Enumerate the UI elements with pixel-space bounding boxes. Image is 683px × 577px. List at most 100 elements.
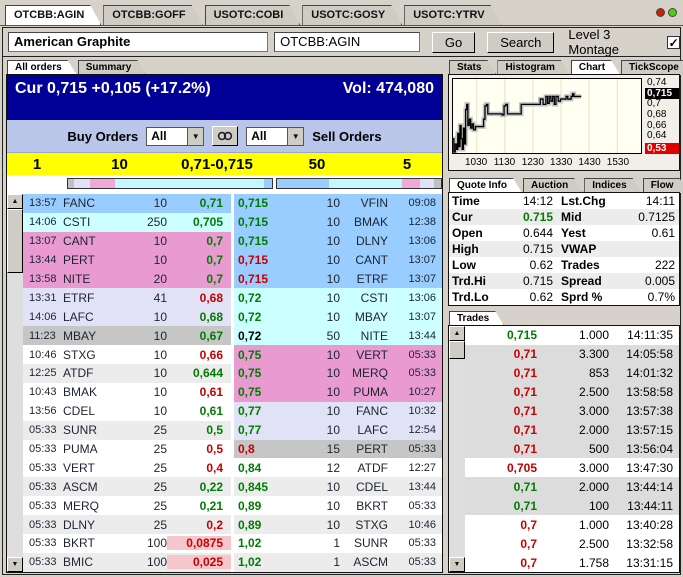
scroll-down-icon[interactable]: ▼ xyxy=(7,557,23,572)
trade-row[interactable]: 0,715 1.000 14:11:35 xyxy=(465,326,679,345)
workspace-tab-otcbb-goff[interactable]: OTCBB:GOFF xyxy=(103,5,202,25)
quote-cell: High xyxy=(452,242,479,256)
trade-row[interactable]: 0,71 2.000 13:57:15 xyxy=(465,420,679,440)
trade-row[interactable]: 0,7 2.500 13:32:58 xyxy=(465,534,679,554)
montage-scrollbar[interactable]: ▲ ▼ xyxy=(7,194,23,572)
montage-row[interactable]: 05:33 DLNY 25 0,2 0,89 10 STXG 10:46 xyxy=(23,515,442,535)
cell: VFIN xyxy=(360,196,388,211)
montage-row[interactable]: 05:33 SUNR 25 0,5 0,77 10 LAFC 12:54 xyxy=(23,420,442,440)
montage-row[interactable]: 13:31 ETRF 41 0,68 0,72 10 CSTI 13:06 xyxy=(23,288,442,308)
inside-quote-bar: 1 10 0,71-0,715 50 5 xyxy=(7,153,442,175)
analysis-tab-stats[interactable]: Stats xyxy=(449,60,496,75)
trade-row[interactable]: 0,71 500 13:56:04 xyxy=(465,439,679,459)
montage-row[interactable]: 05:33 VERT 25 0,4 0,84 12 ATDF 12:27 xyxy=(23,458,442,478)
trade-row[interactable]: 0,71 2.000 13:44:14 xyxy=(465,477,679,497)
montage-row[interactable]: 05:33 MERQ 25 0,21 0,89 10 BKRT 05:33 xyxy=(23,496,442,516)
cell: BKRT xyxy=(356,498,388,513)
analysis-tab-tickscope[interactable]: TickScope xyxy=(621,60,683,75)
quote-tab-auction[interactable]: Auction xyxy=(523,178,583,193)
trades-tab-trades[interactable]: Trades xyxy=(449,311,504,326)
trades-scrollbar[interactable]: ▲ ▼ xyxy=(449,326,465,572)
cell: 10 xyxy=(153,404,167,419)
quote-row: Time 14:12 Lst.Chg 14:11 xyxy=(449,193,679,209)
cell: MERQ xyxy=(352,366,388,381)
quote-tab-flow[interactable]: Flow xyxy=(643,178,683,193)
analysis-tab-histogram[interactable]: Histogram xyxy=(497,60,569,75)
montage-row[interactable]: 13:58 NITE 20 0,7 0,715 10 ETRF 13:07 xyxy=(23,269,442,289)
go-button[interactable]: Go xyxy=(431,31,476,53)
cell: 0,84 xyxy=(238,460,262,475)
cell: 41 xyxy=(153,290,167,305)
connect-dot-icon[interactable] xyxy=(668,8,677,17)
trade-row[interactable]: 0,71 3.000 13:57:38 xyxy=(465,401,679,421)
scrollbar-thumb[interactable] xyxy=(7,209,23,273)
sell-filter-select[interactable]: All ▼ xyxy=(246,126,305,146)
trade-row[interactable]: 0,7 1.000 13:40:28 xyxy=(465,515,679,535)
cell: STXG xyxy=(355,517,388,532)
trade-cell: 0,71 xyxy=(513,498,537,513)
search-button[interactable]: Search xyxy=(487,31,555,53)
workspace-tab-usotc-gosy[interactable]: USOTC:GOSY xyxy=(302,5,402,25)
montage-row[interactable]: 13:07 CANT 10 0,7 0,715 10 DLNY 13:06 xyxy=(23,231,442,251)
montage-row[interactable]: 11:23 MBAY 10 0,67 0,72 50 NITE 13:44 xyxy=(23,326,442,346)
cell: 05:33 xyxy=(408,537,436,550)
quote-tab-strip: Quote Info Auction Indices Flow xyxy=(449,177,683,193)
montage-row[interactable]: 05:33 ASCM 25 0,22 0,845 10 CDEL 13:44 xyxy=(23,477,442,497)
disconnect-dot-icon[interactable] xyxy=(656,8,665,17)
link-filters-button[interactable] xyxy=(212,126,239,146)
symbol-input[interactable]: OTCBB:AGIN xyxy=(274,32,420,52)
quote-cell: Trd.Hi xyxy=(452,274,487,288)
trade-row[interactable]: 0,71 2.500 13:58:58 xyxy=(465,382,679,402)
chevron-down-icon[interactable]: ▼ xyxy=(287,127,304,145)
scrollbar-track[interactable] xyxy=(449,359,465,557)
header-bar: American Graphite OTCBB:AGIN Go Search L… xyxy=(2,27,681,57)
orders-tab-summary[interactable]: Summary xyxy=(78,60,147,75)
cell: 10:32 xyxy=(408,405,436,418)
scroll-up-icon[interactable]: ▲ xyxy=(449,326,465,341)
trade-row[interactable]: 0,71 100 13:44:11 xyxy=(465,496,679,516)
trade-row[interactable]: 0,71 3.300 14:05:58 xyxy=(465,344,679,364)
instrument-name-field[interactable]: American Graphite xyxy=(8,32,269,52)
montage-row[interactable]: 14:06 CSTI 250 0,705 0,715 10 BMAK 12:38 xyxy=(23,212,442,232)
chart-x-axis: 1030 1130 1230 1330 1430 1530 xyxy=(452,157,642,169)
workspace-tab-otcbb-agin[interactable]: OTCBB:AGIN xyxy=(5,5,101,25)
montage-row[interactable]: 14:06 LAFC 10 0,68 0,72 10 MBAY 13:07 xyxy=(23,307,442,327)
depth-segment xyxy=(434,179,441,188)
trade-cell: 3.000 xyxy=(578,460,609,475)
cell: 10 xyxy=(326,385,340,400)
montage-row[interactable]: 05:33 BKRT 100 0,0875 1,02 1 SUNR 05:33 xyxy=(23,534,442,553)
montage-row[interactable]: 05:33 PUMA 25 0,5 0,8 15 PERT 05:33 xyxy=(23,439,442,459)
trade-cell: 1.000 xyxy=(578,517,609,532)
cell: 25 xyxy=(153,479,167,494)
montage-row[interactable]: 12:25 ATDF 10 0,644 0,75 10 MERQ 05:33 xyxy=(23,364,442,383)
trade-row[interactable]: 0,71 853 14:01:32 xyxy=(465,363,679,383)
cell: ETRF xyxy=(356,272,388,286)
montage-row[interactable]: 05:33 BMIC 100 0,025 1,02 1 ASCM 05:33 xyxy=(23,552,442,572)
scroll-up-icon[interactable]: ▲ xyxy=(7,194,23,209)
montage-row[interactable]: 13:56 CDEL 10 0,61 0,77 10 FANC 10:32 xyxy=(23,401,442,421)
scrollbar-track[interactable] xyxy=(7,273,23,557)
montage-row[interactable]: 10:43 BMAK 10 0,61 0,75 10 PUMA 10:27 xyxy=(23,382,442,402)
ask-size: 50 xyxy=(308,155,326,173)
montage-row[interactable]: 13:44 PERT 10 0,7 0,715 10 CANT 13:07 xyxy=(23,250,442,270)
scroll-down-icon[interactable]: ▼ xyxy=(449,557,465,572)
workspace-tab-usotc-cobi[interactable]: USOTC:COBI xyxy=(205,5,301,25)
trade-row[interactable]: 0,705 3.000 13:47:30 xyxy=(465,458,679,478)
montage-row[interactable]: 13:57 FANC 10 0,71 0,715 10 VFIN 09:08 xyxy=(23,194,442,213)
quote-tab-quote-info[interactable]: Quote Info xyxy=(449,178,522,193)
analysis-tab-chart[interactable]: Chart xyxy=(571,60,620,75)
orders-tab-all-orders[interactable]: All orders xyxy=(7,60,77,75)
cell: 12:25 xyxy=(29,367,57,380)
cell: LAFC xyxy=(63,309,94,324)
chevron-down-icon[interactable]: ▼ xyxy=(187,127,204,145)
level3-montage-checkbox[interactable]: ✓ xyxy=(667,35,680,49)
trade-row[interactable]: 0,7 1.758 13:31:15 xyxy=(465,553,679,572)
order-filter-bar: Buy Orders All ▼ All ▼ Sell Orders xyxy=(7,120,442,153)
montage-row[interactable]: 10:46 STXG 10 0,66 0,75 10 VERT 05:33 xyxy=(23,345,442,365)
buy-filter-select[interactable]: All ▼ xyxy=(146,126,205,146)
scrollbar-thumb[interactable] xyxy=(449,341,465,359)
trade-cell: 1.000 xyxy=(578,328,609,343)
depth-segment xyxy=(277,179,330,188)
quote-tab-indices[interactable]: Indices xyxy=(584,178,641,193)
workspace-tab-usotc-ytrv[interactable]: USOTC:YTRV xyxy=(404,5,501,25)
